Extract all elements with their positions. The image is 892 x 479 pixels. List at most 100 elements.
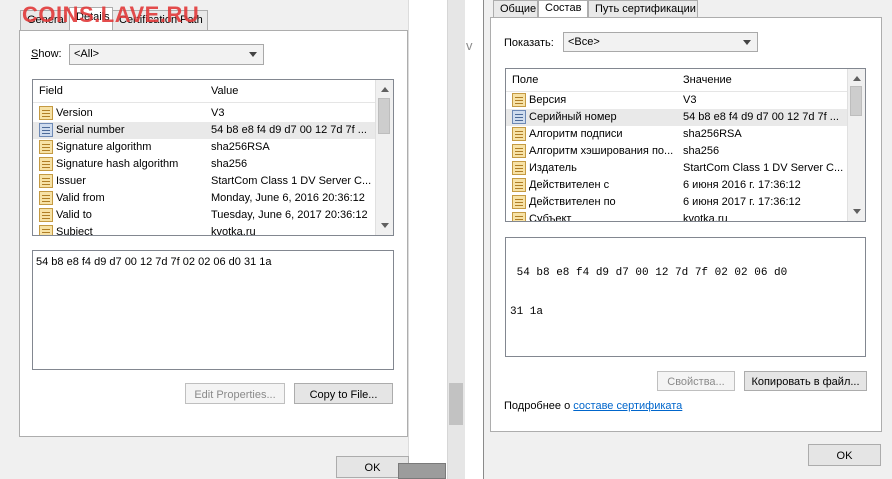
chevron-down-icon (249, 52, 257, 57)
field-name: Серийный номер (529, 111, 617, 123)
list-item[interactable]: Valid from Monday, June 6, 2016 20:36:12 (33, 190, 376, 207)
list-item[interactable]: Serial number 54 b8 e8 f4 d9 d7 00 12 7d … (33, 122, 376, 139)
znachenie-box[interactable]: 54 b8 e8 f4 d9 d7 00 12 7d 7f 02 02 06 d… (505, 237, 866, 357)
list-item[interactable]: Version V3 (33, 105, 376, 122)
certificate-field-icon (512, 178, 526, 192)
znachenie-line-2: 31 1a (510, 306, 544, 318)
copy-to-file-button[interactable]: Copy to File... (294, 383, 393, 404)
list-item[interactable]: Издатель StartCom Class 1 DV Server C... (506, 160, 848, 177)
certificate-field-icon (39, 157, 53, 171)
show-label-text: how: (38, 48, 62, 60)
fields-list[interactable]: Field Value Version V3 Serial number 54 b8 … (32, 79, 394, 236)
scroll-up-icon[interactable] (381, 87, 389, 92)
tab-obshchie[interactable]: Общие (493, 0, 538, 17)
fields-list-header: Field Value (33, 80, 376, 103)
scroll-up-icon[interactable] (853, 76, 861, 81)
list-item[interactable]: Алгоритм хэширования по... sha256 (506, 143, 848, 160)
scroll-down-icon[interactable] (853, 209, 861, 214)
certificate-field-icon (512, 195, 526, 209)
kopirovat-v-fail-button[interactable]: Копировать в файл... (744, 371, 867, 391)
column-value[interactable]: Value (211, 85, 238, 97)
list-item[interactable]: Signature hash algorithm sha256 (33, 156, 376, 173)
show-label: Show: (31, 48, 62, 60)
tab-put-sertifikatsii[interactable]: Путь сертификации (588, 0, 698, 17)
polya-list-header: Поле Значение (506, 69, 848, 92)
field-name: Издатель (529, 162, 577, 174)
certificate-field-icon (512, 144, 526, 158)
certificate-field-icon (39, 140, 53, 154)
field-value: Tuesday, June 6, 2017 20:36:12 (211, 209, 368, 221)
certificate-field-icon (39, 106, 53, 120)
field-value: 54 b8 e8 f4 d9 d7 00 12 7d 7f ... (211, 124, 367, 136)
column-field[interactable]: Field (39, 85, 63, 97)
certificate-field-icon (39, 225, 53, 235)
certificate-field-icon (512, 212, 526, 221)
field-name: Version (56, 107, 93, 119)
field-name: Версия (529, 94, 567, 106)
field-name: Valid from (56, 192, 105, 204)
podrobnee-prefix: Подробнее о (504, 400, 571, 412)
chevron-down-icon (743, 40, 751, 45)
field-name: Issuer (56, 175, 86, 187)
polya-list-scrollbar[interactable] (847, 69, 865, 221)
field-value: 6 июня 2017 г. 17:36:12 (683, 196, 801, 208)
fields-list-scroll-thumb[interactable] (378, 98, 390, 134)
field-value-box[interactable]: 54 b8 e8 f4 d9 d7 00 12 7d 7f 02 02 06 d… (32, 250, 394, 370)
list-item[interactable]: Valid to Tuesday, June 6, 2017 20:36:12 (33, 207, 376, 224)
field-value: kvotka.ru (211, 226, 256, 236)
show-select[interactable]: <All> (69, 44, 264, 65)
field-value: sha256 (683, 145, 720, 157)
certificate-field-icon (512, 161, 526, 175)
list-item[interactable]: Версия V3 (506, 92, 848, 109)
svoistva-button[interactable]: Свойства... (657, 371, 735, 391)
watermark: COINS.LAVE.RU (22, 2, 200, 27)
background-scrollbar-thumb[interactable] (449, 383, 463, 425)
column-pole[interactable]: Поле (512, 74, 538, 86)
field-value: V3 (683, 94, 697, 106)
field-name: Алгоритм хэширования по... (529, 145, 674, 157)
scroll-down-icon[interactable] (381, 223, 389, 228)
pokazat-label: Показать: (504, 37, 554, 49)
list-item[interactable]: Действителен с 6 июня 2016 г. 17:36:12 (506, 177, 848, 194)
list-item[interactable]: Действителен по 6 июня 2017 г. 17:36:12 (506, 194, 848, 211)
list-item[interactable]: Алгоритм подписи sha256RSA (506, 126, 848, 143)
stray-glyph: v (466, 38, 473, 53)
field-value: 54 b8 e8 f4 d9 d7 00 12 7d 7f ... (683, 111, 839, 123)
sostav-sertifikata-link[interactable]: составе сертификата (573, 400, 682, 412)
right-ok-button[interactable]: OK (808, 444, 881, 466)
edit-properties-button[interactable]: Edit Properties... (185, 383, 285, 404)
field-value: StartCom Class 1 DV Server C... (211, 175, 372, 187)
certificate-field-icon (512, 93, 526, 107)
pokazat-select[interactable]: <Все> (563, 32, 758, 52)
field-value: sha256RSA (211, 141, 270, 153)
list-item[interactable]: Субъект kvotka.ru (506, 211, 848, 222)
fields-list-scrollbar[interactable] (375, 80, 393, 235)
certificate-field-icon (512, 127, 526, 141)
polya-list-scroll-thumb[interactable] (850, 86, 862, 116)
field-name: Signature hash algorithm (56, 158, 179, 170)
drag-handle[interactable] (398, 463, 446, 479)
column-znachenie[interactable]: Значение (683, 74, 732, 86)
list-item[interactable]: Серийный номер 54 b8 e8 f4 d9 d7 00 12 7d… (506, 109, 848, 126)
field-value: kvotka.ru (683, 213, 728, 222)
podrobnee-text: Подробнее о составе сертификата (504, 400, 682, 412)
show-select-value: <All> (74, 48, 100, 60)
field-name: Serial number (56, 124, 125, 136)
list-item[interactable]: Issuer StartCom Class 1 DV Server C... (33, 173, 376, 190)
field-value: StartCom Class 1 DV Server C... (683, 162, 844, 174)
field-name: Субъект (529, 213, 572, 222)
field-name: Действителен с (529, 179, 610, 191)
field-name: Алгоритм подписи (529, 128, 623, 140)
polya-list[interactable]: Поле Значение Версия V3 Серийный номер 54 b… (505, 68, 866, 222)
list-item[interactable]: Subject kvotka.ru (33, 224, 376, 236)
tab-sostav[interactable]: Состав (538, 0, 588, 18)
field-value: sha256 (211, 158, 248, 170)
field-name: Действителен по (529, 196, 616, 208)
list-item[interactable]: Signature algorithm sha256RSA (33, 139, 376, 156)
left-window-edge (408, 0, 426, 479)
certificate-field-icon (39, 174, 53, 188)
field-value: 6 июня 2016 г. 17:36:12 (683, 179, 801, 191)
certificate-field-icon (39, 191, 53, 205)
field-name: Signature algorithm (56, 141, 152, 153)
field-name: Subject (56, 226, 93, 236)
